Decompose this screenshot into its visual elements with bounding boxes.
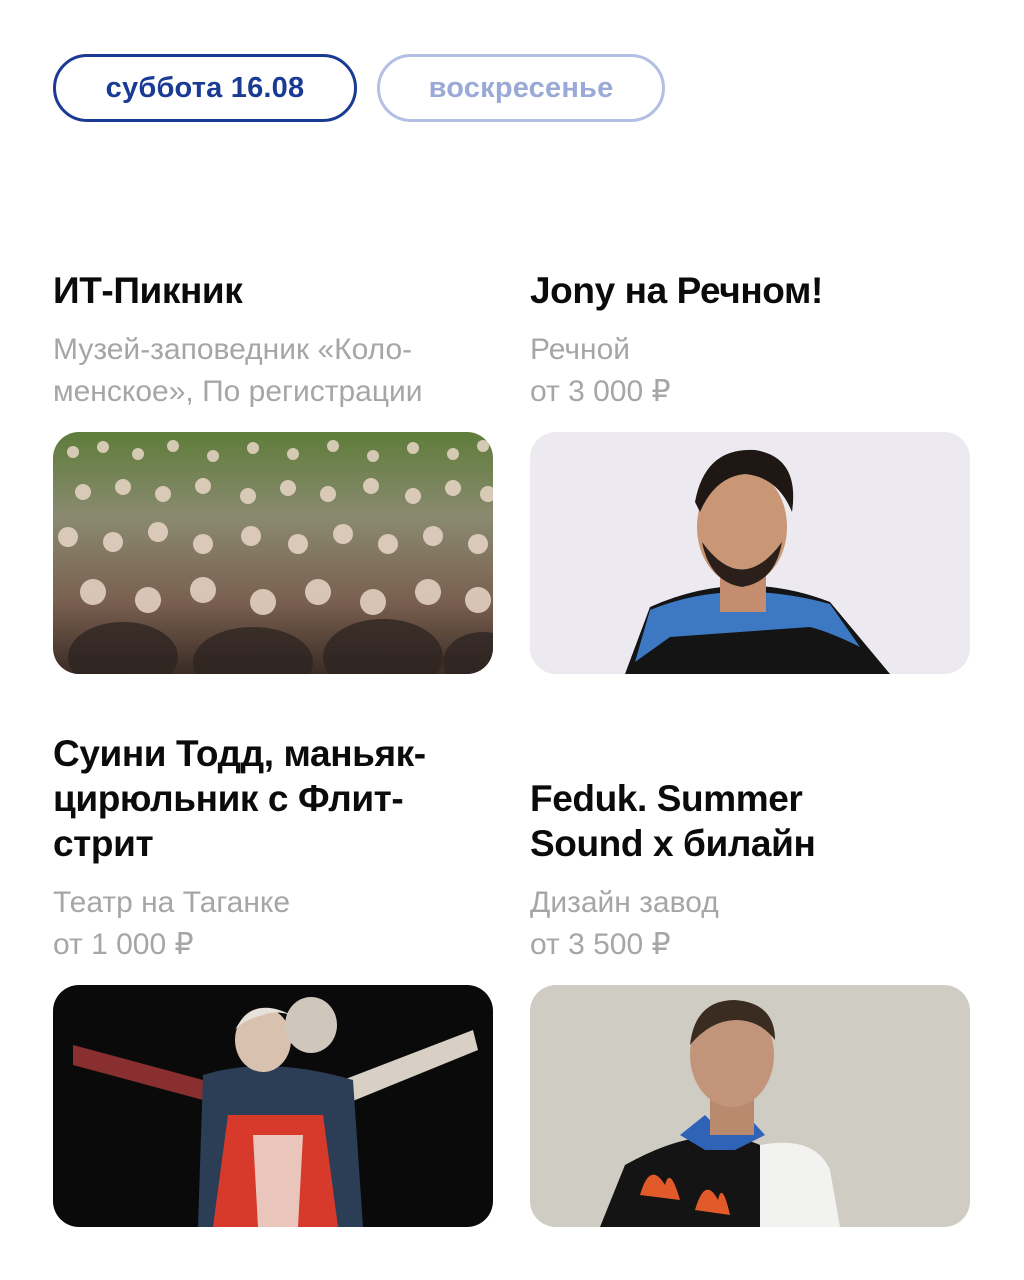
artist-photo-icon xyxy=(530,985,970,1227)
crowd-photo-icon xyxy=(53,432,493,674)
event-card-it-picnic[interactable]: ИТ-Пикник Музей-заповедник «Коло- менско… xyxy=(53,268,493,674)
event-meta: Музей-заповедник «Коло- менское», По рег… xyxy=(53,329,493,413)
event-title-line: цирюльник с Флит- xyxy=(53,778,404,819)
event-venue: Музей-заповедник «Коло- xyxy=(53,333,413,366)
date-tabs: суббота 16.08 воскресенье xyxy=(53,54,665,122)
event-venue-cont: менское», По регистрации xyxy=(53,375,423,408)
event-price: от 3 000 ₽ xyxy=(530,375,671,408)
event-price: от 1 000 ₽ xyxy=(53,928,194,961)
event-title: ИТ-Пикник xyxy=(53,270,243,311)
event-title: Feduk. Summer Sound x билайн xyxy=(530,776,970,866)
event-image-crowd[interactable] xyxy=(53,432,493,674)
event-price: от 3 500 ₽ xyxy=(530,928,671,961)
event-title-line: Sound x билайн xyxy=(530,823,816,864)
event-meta: Дизайн завод от 3 500 ₽ xyxy=(530,882,970,966)
event-venue: Театр на Таганке xyxy=(53,886,291,919)
event-title-line: стрит xyxy=(53,823,154,864)
event-title-line: Суини Тодд, маньяк- xyxy=(53,733,426,774)
event-card-sweeney-todd[interactable]: Суини Тодд, маньяк- цирюльник с Флит- ст… xyxy=(53,731,493,1227)
theatre-photo-icon xyxy=(53,985,493,1227)
event-venue: Речной xyxy=(530,333,631,366)
event-title-line: Feduk. Summer xyxy=(530,778,803,819)
event-image-feduk[interactable] xyxy=(530,985,970,1227)
tab-saturday[interactable]: суббота 16.08 xyxy=(53,54,357,122)
event-venue: Дизайн завод xyxy=(530,886,719,919)
event-card-feduk[interactable]: Feduk. Summer Sound x билайн Дизайн заво… xyxy=(530,776,970,1227)
event-card-jony[interactable]: Jony на Речном! Речной от 3 000 ₽ xyxy=(530,268,970,674)
event-image-jony[interactable] xyxy=(530,432,970,674)
tab-sunday[interactable]: воскресенье xyxy=(377,54,665,122)
event-title: Jony на Речном! xyxy=(530,270,823,311)
event-title: Суини Тодд, маньяк- цирюльник с Флит- ст… xyxy=(53,731,493,866)
artist-photo-icon xyxy=(530,432,970,674)
event-image-theatre[interactable] xyxy=(53,985,493,1227)
event-meta: Театр на Таганке от 1 000 ₽ xyxy=(53,882,493,966)
event-meta: Речной от 3 000 ₽ xyxy=(530,329,970,413)
